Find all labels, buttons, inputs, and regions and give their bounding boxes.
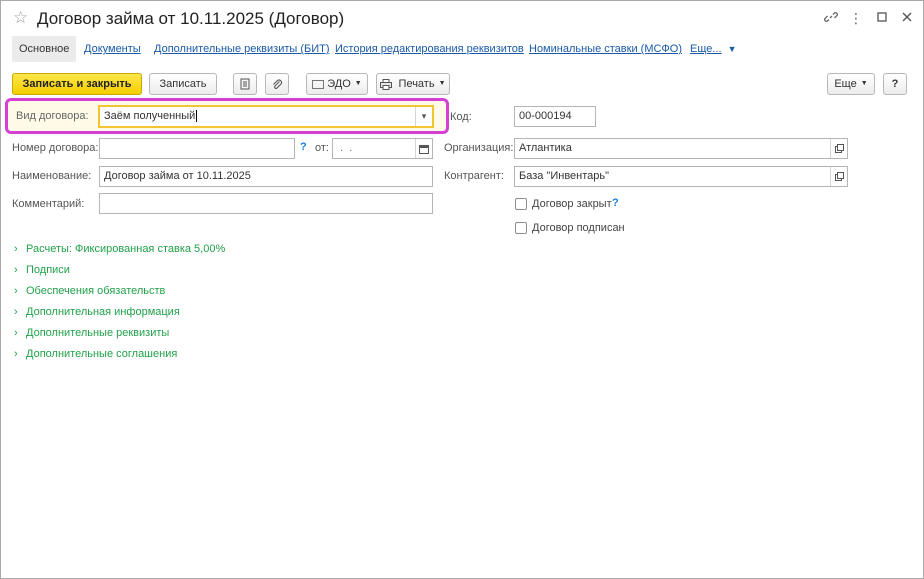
- counterparty-label: Контрагент:: [444, 170, 504, 182]
- tab-extra-props-bit[interactable]: Дополнительные реквизиты (БИТ): [154, 36, 330, 62]
- help-button[interactable]: ?: [883, 73, 907, 95]
- tab-more-label: Еще...: [690, 43, 722, 55]
- code-field[interactable]: 00-000194: [514, 106, 596, 127]
- group-additional-props[interactable]: › Дополнительные реквизиты: [14, 325, 169, 341]
- chevron-down-icon: ▼: [438, 80, 446, 88]
- open-form-icon[interactable]: [830, 139, 847, 158]
- organization-field[interactable]: Атлантика: [514, 138, 848, 159]
- edo-button[interactable]: ЭДО ▼: [306, 73, 368, 95]
- contract-date-field[interactable]: . .: [332, 138, 433, 159]
- print-label: Печать: [398, 78, 435, 90]
- group-additional-props-label: Дополнительные реквизиты: [26, 327, 170, 339]
- save-and-close-button[interactable]: Записать и закрыть: [12, 73, 142, 95]
- chevron-right-icon: ›: [14, 348, 18, 360]
- name-value: Договор займа от 10.11.2025: [104, 170, 251, 182]
- group-payments-label: Расчеты: Фиксированная ставка 5,00%: [26, 243, 226, 255]
- save-button[interactable]: Записать: [149, 73, 217, 95]
- star-icon[interactable]: ☆: [13, 9, 28, 27]
- more-vertical-icon[interactable]: ⋮: [848, 10, 864, 26]
- name-label: Наименование:: [12, 170, 92, 182]
- attach-file-button[interactable]: [265, 73, 289, 95]
- group-signatures[interactable]: › Подписи: [14, 262, 70, 278]
- more-actions-button[interactable]: Еще ▼: [827, 73, 875, 95]
- organization-label: Организация:: [444, 142, 514, 154]
- group-payments[interactable]: › Расчеты: Фиксированная ставка 5,00%: [14, 241, 225, 257]
- document-window: ☆ Договор займа от 10.11.2025 (Договор) …: [0, 0, 924, 579]
- contract-closed-checkbox[interactable]: [515, 198, 527, 210]
- print-button[interactable]: Печать ▼: [376, 73, 450, 95]
- tab-documents[interactable]: Документы: [84, 36, 141, 62]
- chevron-right-icon: ›: [14, 264, 18, 276]
- document-list-icon: [240, 78, 250, 90]
- tab-main[interactable]: Основное: [12, 36, 77, 62]
- group-additional-info-label: Дополнительная информация: [26, 306, 180, 318]
- tab-more[interactable]: Еще... ▼: [690, 36, 736, 62]
- close-icon[interactable]: [899, 10, 915, 26]
- title-bar: ☆ Договор займа от 10.11.2025 (Договор) …: [1, 1, 923, 35]
- chevron-down-icon[interactable]: ▾: [415, 107, 432, 126]
- help-question-icon[interactable]: ?: [300, 141, 307, 153]
- group-collateral-label: Обеспечения обязательств: [26, 285, 166, 297]
- chevron-right-icon: ›: [14, 327, 18, 339]
- chevron-down-icon: ▼: [354, 80, 362, 88]
- contract-type-value: Заём полученный: [104, 110, 196, 122]
- edo-label: ЭДО: [327, 78, 351, 90]
- contract-signed-label: Договор подписан: [532, 222, 625, 234]
- tab-nominal-rates[interactable]: Номинальные ставки (МСФО): [529, 36, 682, 62]
- paperclip-icon: [271, 78, 283, 90]
- group-signatures-label: Подписи: [26, 264, 70, 276]
- contract-number-field[interactable]: [99, 138, 295, 159]
- chevron-right-icon: ›: [14, 306, 18, 318]
- link-icon[interactable]: [823, 10, 839, 26]
- edo-icon: [312, 79, 325, 89]
- text-cursor: [196, 110, 198, 123]
- contract-signed-checkbox[interactable]: [515, 222, 527, 234]
- date-from-label: от:: [315, 142, 329, 154]
- report-list-button[interactable]: [233, 73, 257, 95]
- contract-closed-label: Договор закрыт: [532, 198, 612, 210]
- group-additional-info[interactable]: › Дополнительная информация: [14, 304, 180, 320]
- code-label: Код:: [450, 111, 472, 123]
- group-additional-agreements[interactable]: › Дополнительные соглашения: [14, 346, 177, 362]
- open-form-icon[interactable]: [830, 167, 847, 186]
- help-question-icon[interactable]: ?: [612, 197, 619, 209]
- contract-date-value: . .: [337, 142, 353, 154]
- code-value: 00-000194: [519, 110, 572, 122]
- group-additional-agreements-label: Дополнительные соглашения: [26, 348, 178, 360]
- counterparty-value: База "Инвентарь": [519, 170, 610, 182]
- chevron-right-icon: ›: [14, 243, 18, 255]
- comment-label: Комментарий:: [12, 198, 85, 210]
- window-title: Договор займа от 10.11.2025 (Договор): [37, 9, 345, 28]
- contract-number-label: Номер договора:: [12, 142, 99, 154]
- counterparty-field[interactable]: База "Инвентарь": [514, 166, 848, 187]
- more-actions-label: Еще: [834, 78, 857, 90]
- maximize-icon[interactable]: [874, 10, 890, 26]
- chevron-down-icon: ▼: [860, 80, 868, 88]
- group-collateral[interactable]: › Обеспечения обязательств: [14, 283, 165, 299]
- chevron-right-icon: ›: [14, 285, 18, 297]
- name-field[interactable]: Договор займа от 10.11.2025: [99, 166, 433, 187]
- organization-value: Атлантика: [519, 142, 572, 154]
- calendar-icon[interactable]: [415, 139, 432, 158]
- tab-edit-history[interactable]: История редактирования реквизитов: [335, 36, 524, 62]
- contract-type-field[interactable]: Заём полученный ▾: [98, 105, 434, 128]
- chevron-down-icon: ▼: [727, 44, 737, 54]
- comment-field[interactable]: [99, 193, 433, 214]
- contract-type-label: Вид договора:: [16, 110, 89, 122]
- printer-icon: [380, 78, 398, 90]
